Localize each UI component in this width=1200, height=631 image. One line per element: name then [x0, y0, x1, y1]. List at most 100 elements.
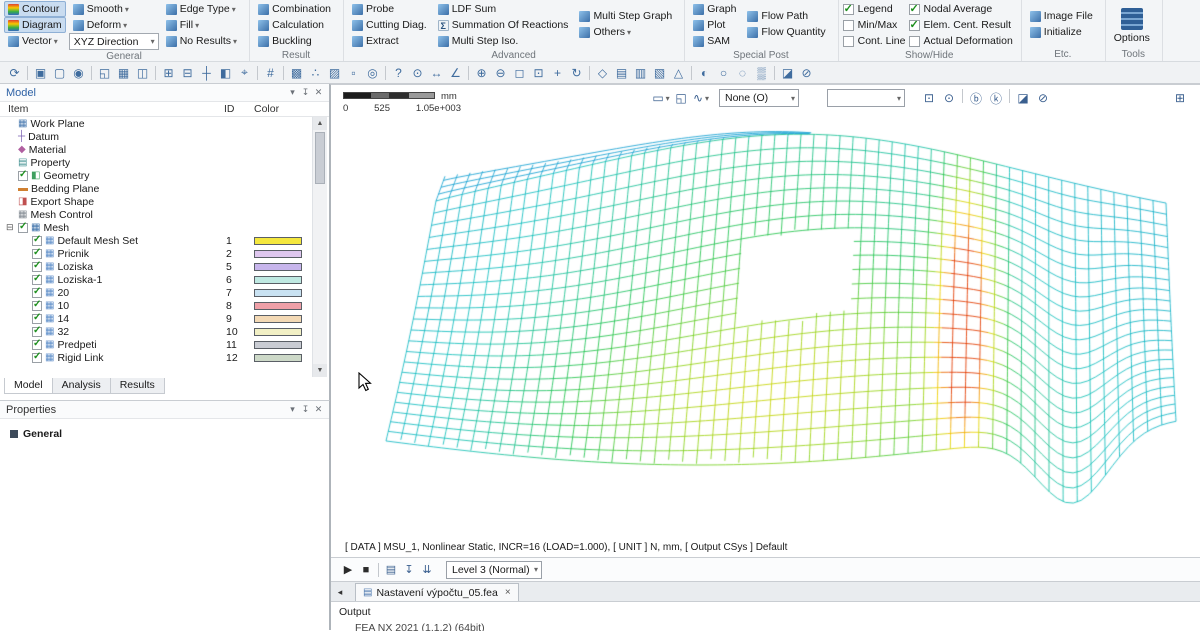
multi-step-graph-button[interactable]: Multi Step Graph [575, 8, 676, 24]
front-view-icon[interactable]: ▥ [631, 64, 650, 82]
image-save-icon[interactable]: ▦ [114, 64, 133, 82]
grid-snap-icon[interactable]: ⊟ [178, 64, 197, 82]
zoom-in-icon[interactable]: ⊕ [472, 64, 491, 82]
smooth-button[interactable]: Smooth▾ [69, 1, 159, 17]
zoom-fit-icon[interactable]: ◻ [510, 64, 529, 82]
vector-button[interactable]: Vector▾ [4, 33, 66, 49]
element-display-icon[interactable]: ▨ [325, 64, 344, 82]
lock-icon[interactable]: ▣ [31, 64, 50, 82]
checkbox-icon[interactable] [32, 314, 42, 324]
result-tag-icon[interactable]: ⊡ [919, 89, 939, 107]
diagram-button[interactable]: Diagram [4, 17, 66, 33]
others-button[interactable]: Others▾ [575, 24, 676, 40]
record-graph-icon[interactable]: ▤ [382, 561, 400, 579]
zoom-dropdown-icon[interactable]: ▭▾ [651, 89, 671, 107]
close-icon[interactable]: ✕ [312, 87, 325, 98]
deform-button[interactable]: Deform▾ [69, 17, 159, 33]
ucs-icon[interactable]: ⌖ [235, 64, 254, 82]
rotate-icon[interactable]: ↻ [567, 64, 586, 82]
tree-item-rigid-link[interactable]: ▦Rigid Link12 [0, 351, 311, 364]
pan-icon[interactable]: + [548, 64, 567, 82]
close-icon[interactable]: × [505, 587, 511, 598]
mesh-display-icon[interactable]: ▩ [287, 64, 306, 82]
shrink-icon[interactable]: ▫ [344, 64, 363, 82]
checkbox-actual-deformation[interactable]: Actual Deformation [909, 33, 1013, 49]
result-view-canvas[interactable] [331, 85, 1200, 541]
checkbox-elem-cent-result[interactable]: Elem. Cent. Result [909, 17, 1013, 33]
tree-item-loziska-1[interactable]: ▦Loziska-16 [0, 273, 311, 286]
refresh-view-icon[interactable]: ⟳ [5, 64, 24, 82]
tab-results[interactable]: Results [110, 378, 165, 394]
chevron-down-icon[interactable]: ▾ [286, 87, 299, 98]
close-icon[interactable]: ✕ [312, 404, 325, 415]
tab-model[interactable]: Model [4, 378, 53, 394]
ribbon-combo-xyz-direction[interactable]: XYZ Direction▾ [69, 33, 159, 50]
element-label-icon[interactable]: ⓚ [986, 89, 1006, 107]
unlock-icon[interactable]: ▢ [50, 64, 69, 82]
tree-item-material[interactable]: ◆Material [0, 143, 311, 156]
options-button[interactable]: Options [1110, 6, 1154, 44]
hidden-line-icon[interactable]: ◌ [733, 64, 752, 82]
calculation-button[interactable]: Calculation [254, 17, 335, 33]
min-max-tag-icon[interactable]: ⊙ [939, 89, 959, 107]
shaded-icon[interactable]: ◐ [695, 64, 714, 82]
tree-item-mesh-control[interactable]: ▦Mesh Control [0, 208, 311, 221]
no-results-button[interactable]: No Results▾ [162, 33, 241, 49]
sam-button[interactable]: SAM [689, 33, 740, 49]
pin-view-icon[interactable]: ◉ [69, 64, 88, 82]
graph-button[interactable]: Graph [689, 1, 740, 17]
ldf-sum-button[interactable]: LDF Sum [434, 1, 573, 17]
side-view-icon[interactable]: ▧ [650, 64, 669, 82]
plot-button[interactable]: Plot [689, 17, 740, 33]
result-type-combo[interactable]: None (O) ▾ [719, 89, 799, 107]
workplane-icon[interactable]: ◧ [216, 64, 235, 82]
scroll-thumb[interactable] [315, 132, 325, 184]
image-file-button[interactable]: Image File [1026, 8, 1097, 24]
tree-item-property[interactable]: ▤Property [0, 156, 311, 169]
grid-icon[interactable]: ⊞ [159, 64, 178, 82]
clip-toggle-icon[interactable]: ◪ [1013, 89, 1033, 107]
expand-icon[interactable]: ⊟ [6, 222, 14, 233]
save-result-icon[interactable]: ↧ [400, 561, 418, 579]
scroll-down-icon[interactable]: ▼ [313, 364, 327, 377]
tree-item-mesh[interactable]: ⊟▦Mesh [0, 221, 311, 234]
monitor-icon[interactable]: ◫ [133, 64, 152, 82]
transparency-icon[interactable]: ▒ [752, 64, 771, 82]
properties-item-general[interactable]: General [10, 428, 329, 440]
checkbox-icon[interactable] [32, 262, 42, 272]
tree-item-14[interactable]: ▦149 [0, 312, 311, 325]
checkbox-icon[interactable] [18, 171, 28, 181]
buckling-button[interactable]: Buckling [254, 33, 335, 49]
tree-item-geometry[interactable]: ◧Geometry [0, 169, 311, 182]
checkbox-nodal-average[interactable]: Nodal Average [909, 1, 1013, 17]
tree-item-default-mesh-set[interactable]: ▦Default Mesh Set1 [0, 234, 311, 247]
perspective-icon[interactable]: △ [669, 64, 688, 82]
checkbox-min-max[interactable]: Min/Max [843, 17, 906, 33]
angle-icon[interactable]: ∠ [446, 64, 465, 82]
fill-button[interactable]: Fill▾ [162, 17, 241, 33]
tree-item-work-plane[interactable]: ▦Work Plane [0, 117, 311, 130]
pin-icon[interactable]: ↧ [299, 404, 312, 415]
level-combo[interactable]: Level 3 (Normal) ▾ [446, 561, 542, 579]
tree-item-10[interactable]: ▦108 [0, 299, 311, 312]
tree-scrollbar[interactable]: ▲ ▼ [312, 117, 327, 377]
stop-icon[interactable]: ■ [357, 561, 375, 579]
checkbox-icon[interactable] [32, 340, 42, 350]
clip-plane-icon[interactable]: ◪ [778, 64, 797, 82]
checkbox-icon[interactable] [32, 353, 42, 363]
combination-button[interactable]: Combination [254, 1, 335, 17]
tree-item-32[interactable]: ▦3210 [0, 325, 311, 338]
dynamic-view-icon[interactable]: ∿▾ [691, 89, 711, 107]
contour-button[interactable]: Contour [4, 1, 66, 17]
probe-button[interactable]: Probe [348, 1, 431, 17]
section-toggle-icon[interactable]: ⊘ [1033, 89, 1053, 107]
checkbox-icon[interactable] [32, 288, 42, 298]
checkbox-icon[interactable] [32, 275, 42, 285]
node-display-icon[interactable]: ∴ [306, 64, 325, 82]
summation-of-reactions-button[interactable]: ΣSummation Of Reactions [434, 17, 573, 33]
play-icon[interactable]: ▶ [339, 561, 357, 579]
query-icon[interactable]: ? [389, 64, 408, 82]
tree-item-export-shape[interactable]: ◨Export Shape [0, 195, 311, 208]
view-control-icon[interactable]: ⊞ [1170, 89, 1190, 107]
pin-icon[interactable]: ↧ [299, 87, 312, 98]
